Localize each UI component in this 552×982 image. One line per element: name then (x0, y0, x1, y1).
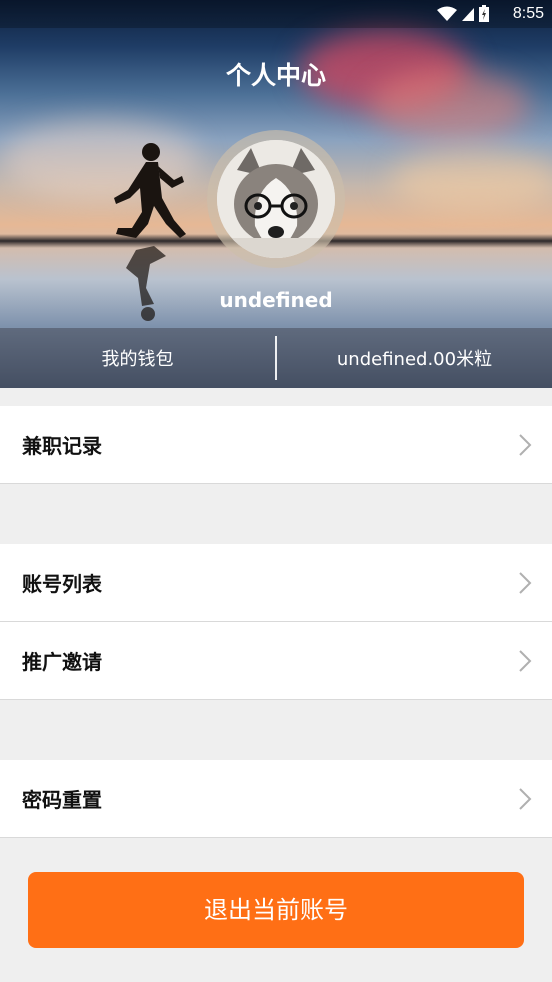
chevron-right-icon (519, 433, 532, 456)
menu-group-records: 兼职记录 (0, 406, 552, 484)
wifi-icon (437, 6, 457, 21)
page-title: 个人中心 (225, 61, 326, 90)
menu-group-security: 密码重置 (0, 760, 552, 838)
menu-item-label: 推广邀请 (22, 650, 102, 674)
husky-avatar-image (217, 140, 335, 258)
battery-icon (479, 5, 489, 22)
username: undefined (219, 288, 333, 312)
menu-item-label: 兼职记录 (22, 434, 102, 458)
status-icons (436, 5, 490, 23)
chevron-right-icon (519, 787, 532, 810)
wallet-bar: 我的钱包 undefined.00米粒 (0, 328, 552, 388)
menu-group-account: 账号列表 推广邀请 (0, 544, 552, 700)
status-bar: 8:55 (0, 0, 552, 28)
signal-icon (462, 8, 474, 21)
avatar-ring[interactable] (207, 130, 345, 268)
menu-item-account-list[interactable]: 账号列表 (0, 544, 552, 622)
status-time: 8:55 (512, 5, 544, 22)
logout-button[interactable]: 退出当前账号 (28, 872, 524, 948)
menu-item-label: 账号列表 (22, 572, 102, 596)
chevron-right-icon (519, 649, 532, 672)
menu-item-label: 密码重置 (22, 788, 102, 812)
profile-header: 8:55 个人中心 undefined 我的钱包 undefined.00米粒 (0, 0, 552, 388)
wallet-label[interactable]: 我的钱包 (0, 345, 275, 371)
wallet-balance[interactable]: undefined.00米粒 (277, 345, 552, 371)
menu-item-job-records[interactable]: 兼职记录 (0, 406, 552, 484)
menu-item-password-reset[interactable]: 密码重置 (0, 760, 552, 838)
menu-item-promotion-invite[interactable]: 推广邀请 (0, 622, 552, 700)
avatar[interactable] (217, 140, 335, 258)
chevron-right-icon (519, 571, 532, 594)
background-cloud (390, 150, 552, 210)
